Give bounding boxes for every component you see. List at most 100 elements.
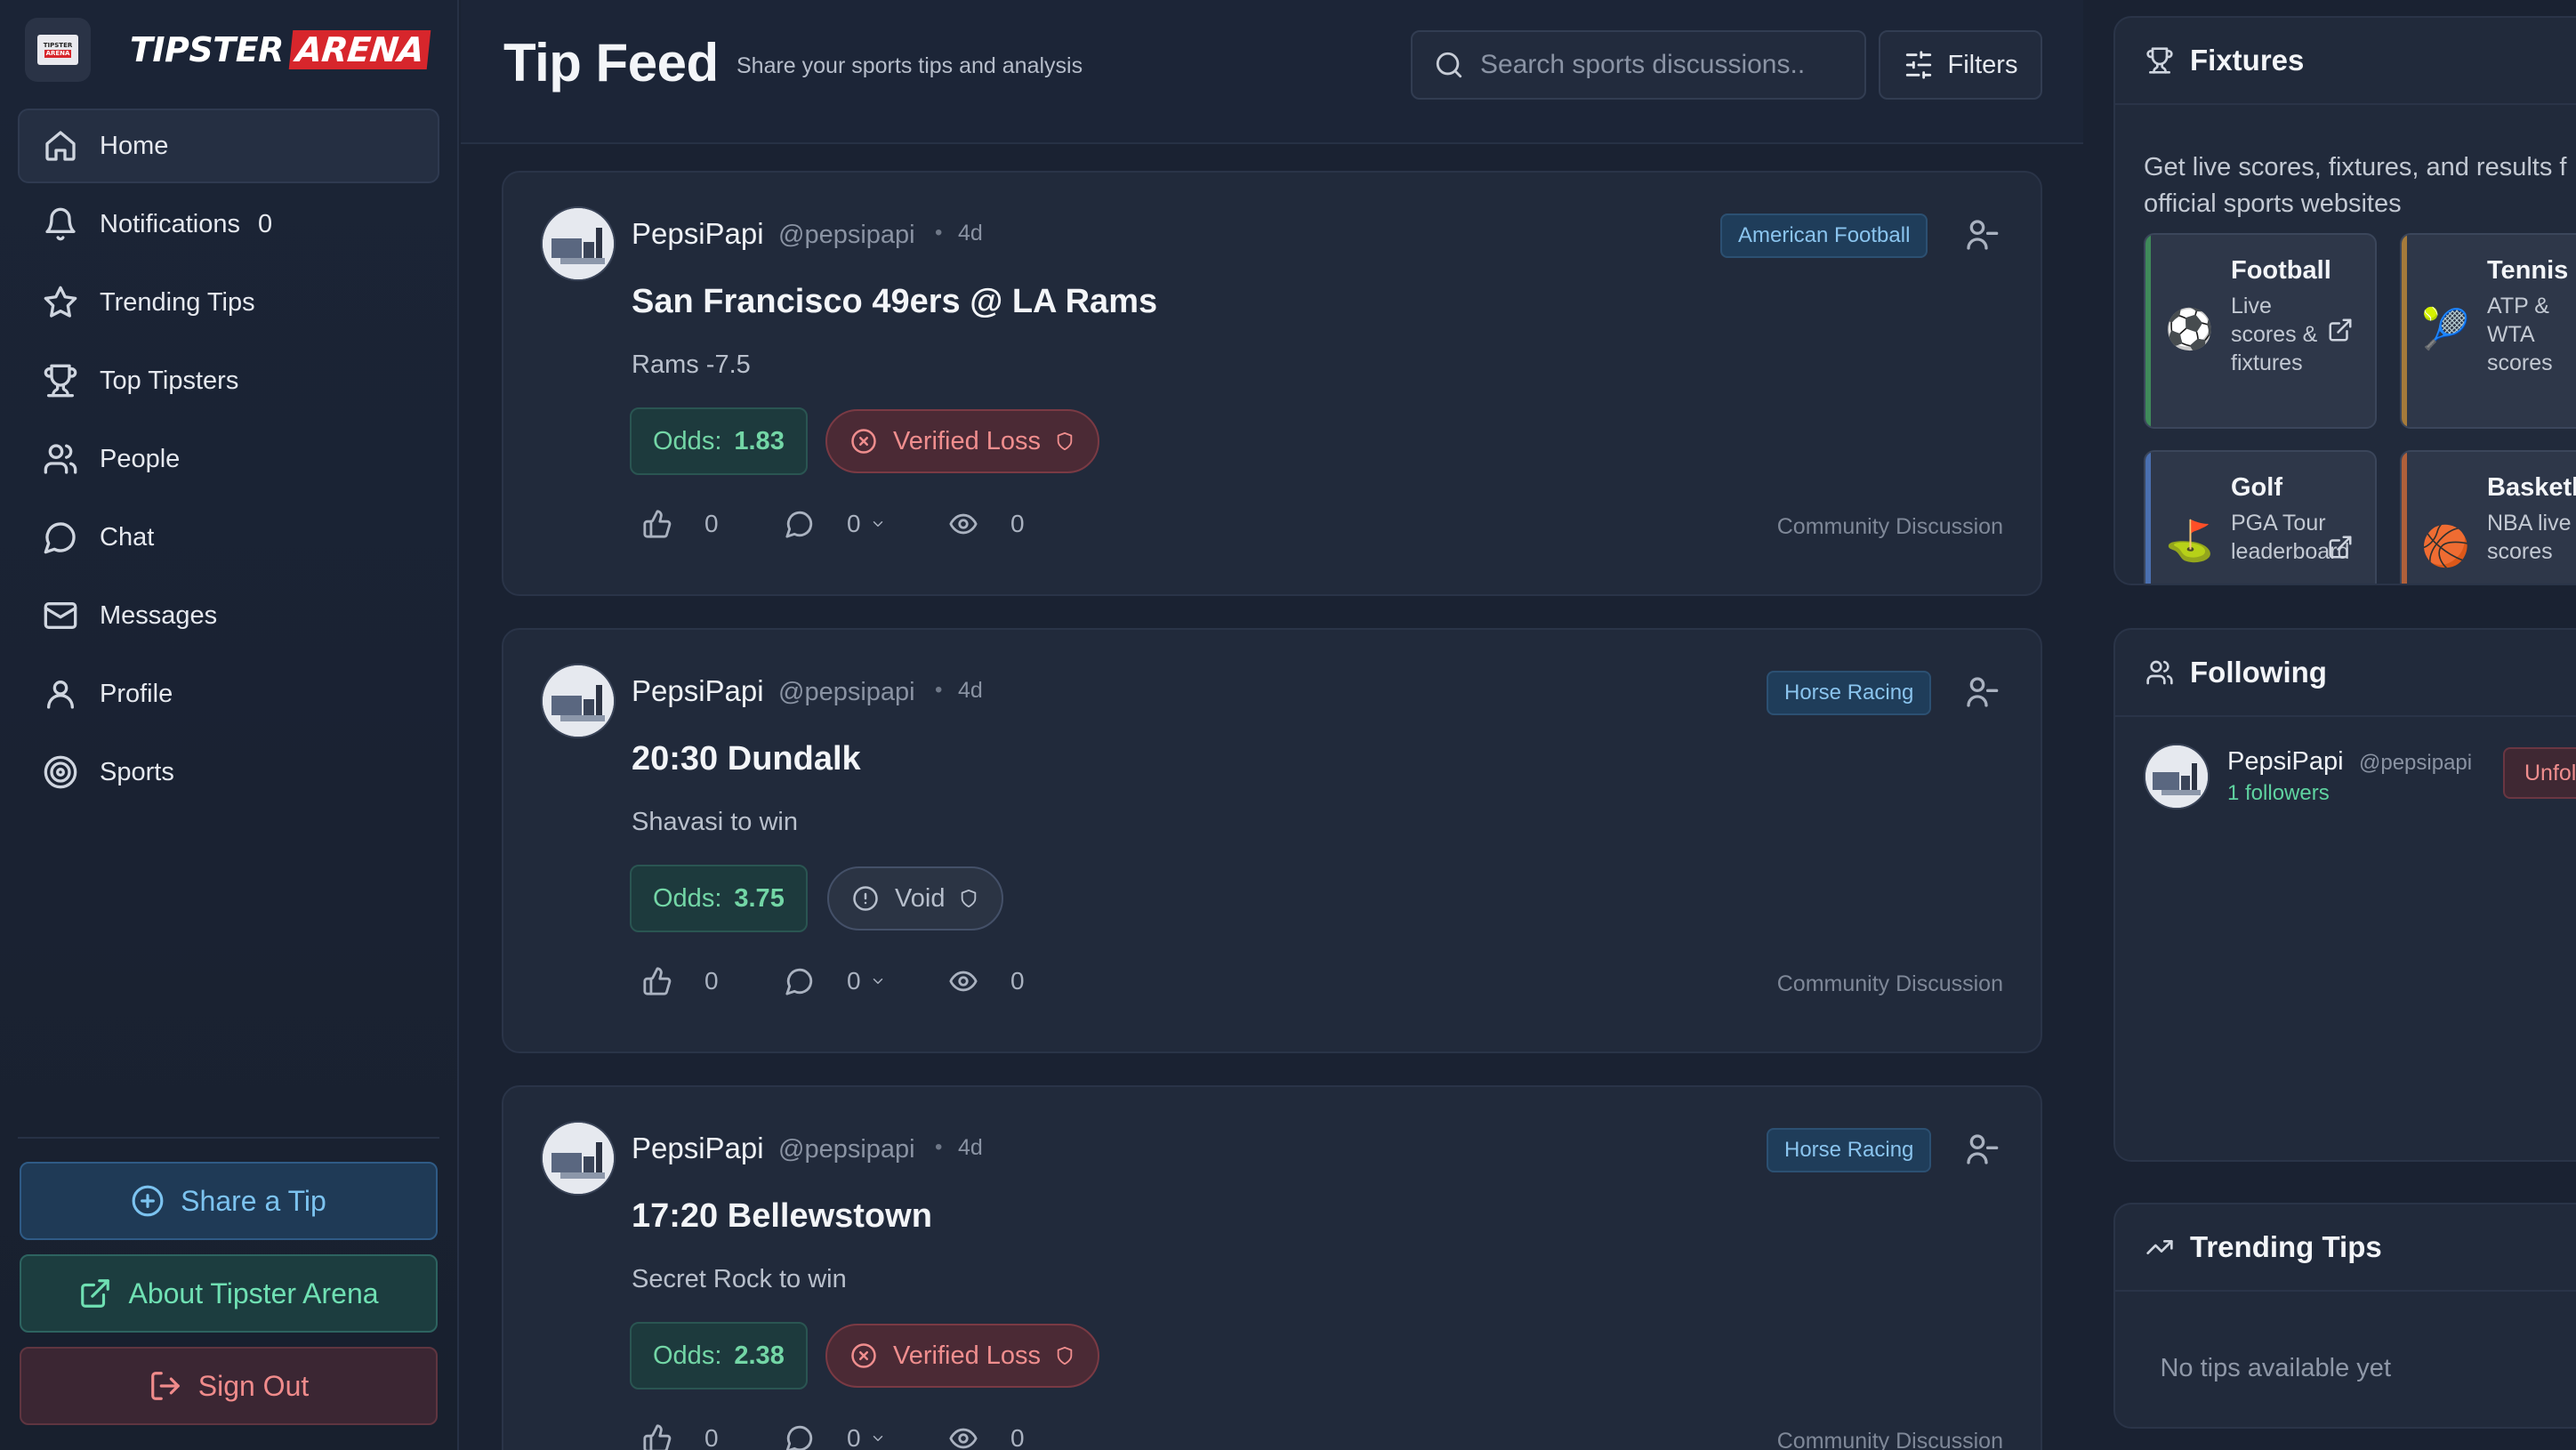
tip-title[interactable]: 17:20 Bellewstown [632,1197,932,1236]
odds-label: Odds: [653,426,722,455]
like-count: 0 [704,967,719,995]
result-status-label: Verified Loss [893,426,1042,455]
x-circle-icon [851,429,876,454]
avatar-image [543,208,614,279]
nav-item-home[interactable]: Home [18,109,439,183]
result-status-badge: Verified Loss [825,409,1100,473]
nav-label: Notifications [100,209,240,238]
logo-word-arena: ARENA [288,30,431,69]
nav-item-notifications[interactable]: Notifications 0 [18,187,439,262]
mail-icon [44,602,77,629]
view-count: 0 [1010,1424,1025,1450]
trending-title: Trending Tips [2190,1230,2382,1263]
comment-icon [785,511,813,538]
follow-user-icon[interactable] [1964,217,2000,253]
chevron-down-icon [873,979,882,984]
search-input[interactable] [1480,50,1854,80]
nav-item-chat[interactable]: Chat [18,500,439,575]
nav-item-trending-tips[interactable]: Trending Tips [18,265,439,340]
view-count: 0 [1010,967,1025,995]
post-card[interactable]: PepsiPapi @pepsipapi • 4d American Footb… [502,171,2042,596]
external-link-icon [81,1279,110,1308]
home-icon [45,131,76,161]
avatar[interactable] [541,664,616,738]
fixtures-description: Get live scores, fixtures, and results f… [2144,149,2576,222]
brand-logo[interactable]: TIPSTER ARENA TIPSTER ARENA [25,18,431,82]
users-icon [2146,660,2173,685]
like-count: 0 [704,510,719,537]
unfollow-button[interactable]: Unfol [2503,747,2576,799]
following-user-row[interactable]: PepsiPapi @pepsipapi 1 followers Unfol [2144,740,2576,811]
sport-tag[interactable]: Horse Racing [1767,671,1932,715]
nav-item-people[interactable]: People [18,422,439,496]
comments-button[interactable]: 0 [785,966,948,996]
logo-badge-mark: TIPSTER ARENA [37,35,78,65]
post-author-name[interactable]: PepsiPapi [632,674,764,708]
about-button[interactable]: About Tipster Arena [20,1254,438,1333]
like-count: 0 [704,1424,719,1450]
post-age: 4d [958,1135,983,1160]
shield-icon [1057,1346,1073,1365]
community-discussion-link[interactable]: Community Discussion [1777,971,2003,997]
tip-title[interactable]: San Francisco 49ers @ LA Rams [632,283,1157,321]
avatar-image [543,665,614,737]
community-discussion-link[interactable]: Community Discussion [1777,1429,2003,1450]
fixture-card-basketb[interactable]: 🏀 Basketb NBA live scores [2400,450,2576,584]
result-status-label: Void [895,883,946,913]
search-box[interactable] [1411,30,1866,100]
main-nav: Home Notifications 0 Trending Tips Top T… [18,109,439,813]
like-button[interactable]: 0 [642,966,785,996]
chevron-down-icon [873,1436,882,1441]
post-author-name[interactable]: PepsiPapi [632,1132,764,1165]
nav-item-messages[interactable]: Messages [18,578,439,653]
trending-empty-message: No tips available yet [2160,1354,2391,1382]
avatar[interactable] [541,206,616,281]
nav-label: Top Tipsters [100,366,239,395]
avatar[interactable] [2144,744,2210,810]
fixture-sport-icon: ⛳ [2165,520,2214,563]
x-circle-icon [851,1343,876,1368]
comment-count: 0 [847,1424,861,1450]
filters-button[interactable]: Filters [1879,30,2042,100]
post-actions: 0 0 0 [642,509,1055,539]
follow-user-icon[interactable] [1964,674,2000,710]
nav-item-top-tipsters[interactable]: Top Tipsters [18,343,439,418]
right-panel: Fixtures Get live scores, fixtures, and … [2087,0,2576,1450]
trending-up-icon [2146,1240,2173,1254]
share-tip-button[interactable]: Share a Tip [20,1162,438,1240]
sport-tag[interactable]: Horse Racing [1767,1128,1932,1172]
like-button[interactable]: 0 [642,1423,785,1450]
fixture-card-golf[interactable]: ⛳ Golf PGA Tour leaderboard [2144,450,2377,584]
like-button[interactable]: 0 [642,509,785,539]
post-author-name[interactable]: PepsiPapi [632,217,764,251]
avatar[interactable] [541,1121,616,1196]
logo-wordmark: TIPSTER ARENA [130,30,431,69]
post-author-handle: @pepsipapi [778,1135,915,1164]
comments-button[interactable]: 0 [785,1423,948,1450]
fixtures-desc-line: official sports websites [2144,189,2402,218]
follow-user-icon[interactable] [1964,1132,2000,1167]
nav-item-profile[interactable]: Profile [18,657,439,731]
avatar-image [2145,745,2208,808]
following-header: Following [2115,630,2576,717]
nav-label: Messages [100,600,218,630]
tip-title[interactable]: 20:30 Dundalk [632,740,861,778]
eye-icon [949,513,978,535]
nav-label: People [100,444,181,473]
sign-out-button[interactable]: Sign Out [20,1347,438,1425]
fixture-card-tennis[interactable]: 🎾 Tennis ATP & WTA scores [2400,233,2576,429]
following-user-name[interactable]: PepsiPapi [2227,747,2344,777]
post-card[interactable]: PepsiPapi @pepsipapi • 4d Horse Racing 2… [502,628,2042,1053]
post-card[interactable]: PepsiPapi @pepsipapi • 4d Horse Racing 1… [502,1085,2042,1450]
sport-tag[interactable]: American Football [1720,213,1928,258]
fixture-card-football[interactable]: ⚽ Football Live scores & fixtures [2144,233,2377,429]
comments-button[interactable]: 0 [785,509,948,539]
bell-icon [45,207,76,241]
eye-icon [949,1428,978,1449]
feed-header: Tip Feed Share your sports tips and anal… [461,0,2083,144]
shield-icon [1057,431,1073,451]
thumbs-up-icon [643,967,672,995]
share-tip-label: Share a Tip [181,1184,326,1217]
nav-item-sports[interactable]: Sports [18,735,439,810]
community-discussion-link[interactable]: Community Discussion [1777,514,2003,540]
